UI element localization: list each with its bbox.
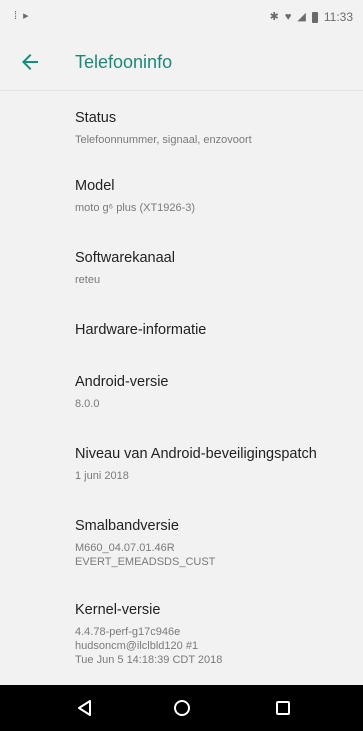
status-time: 11:33 [323,10,353,24]
item-subtitle: Telefoonnummer, signaal, enzovoort [75,134,252,146]
item-subtitle: M660_04.07.01.46R EVERT_EMEADSDS_CUST [75,542,216,568]
notification-dot-icon: ⁞ [14,10,18,22]
navigation-bar [0,685,363,731]
item-title: Smalbandversie [75,518,179,534]
list-item-status[interactable]: Status Telefoonnummer, signaal, enzovoor… [75,109,355,147]
item-subtitle: 8.0.0 [75,398,100,410]
wifi-icon: ♥ [284,11,292,23]
recents-square-icon[interactable] [272,697,294,719]
status-bar: ⁞ ▸ ✱ ♥ ◢ 11:33 [0,0,363,34]
item-title: Softwarekanaal [75,250,175,266]
back-triangle-icon[interactable] [74,697,96,719]
item-subtitle: 4.4.78-perf-g17c946e hudsoncm@ilclbld120… [75,626,223,666]
list-item-baseband[interactable]: Smalbandversie M660_04.07.01.46R EVERT_E… [75,517,355,569]
item-title: Status [75,110,117,126]
item-subtitle: moto g⁶ plus (XT1926-3) [75,202,196,214]
list-item-hardware-info[interactable]: Hardware-informatie [75,321,355,339]
item-title: Android-versie [75,374,169,390]
list-item-android-version[interactable]: Android-versie 8.0.0 [75,373,355,411]
list-item-softwarekanaal[interactable]: Softwarekanaal reteu [75,249,355,287]
item-title: Niveau van Android-beveiligingspatch [75,446,317,462]
page-title: Telefooninfo [75,52,173,72]
play-store-icon: ▸ [23,10,29,22]
item-subtitle: 1 juni 2018 [75,470,129,482]
item-title: Kernel-versie [75,602,161,618]
item-subtitle: reteu [75,274,101,286]
bluetooth-icon: ✱ [269,11,279,23]
signal-icon: ◢ [297,11,306,23]
battery-icon [311,11,318,23]
list-item-kernel[interactable]: Kernel-versie 4.4.78-perf-g17c946e hudso… [75,601,355,667]
list-item-model[interactable]: Model moto g⁶ plus (XT1926-3) [75,177,355,215]
app-toolbar: Telefooninfo [0,34,363,91]
item-title: Model [75,178,115,194]
back-arrow-icon[interactable] [18,50,42,74]
list-item-security-patch[interactable]: Niveau van Android-beveiligingspatch 1 j… [75,445,355,483]
home-circle-icon[interactable] [171,697,193,719]
item-title: Hardware-informatie [75,322,207,338]
